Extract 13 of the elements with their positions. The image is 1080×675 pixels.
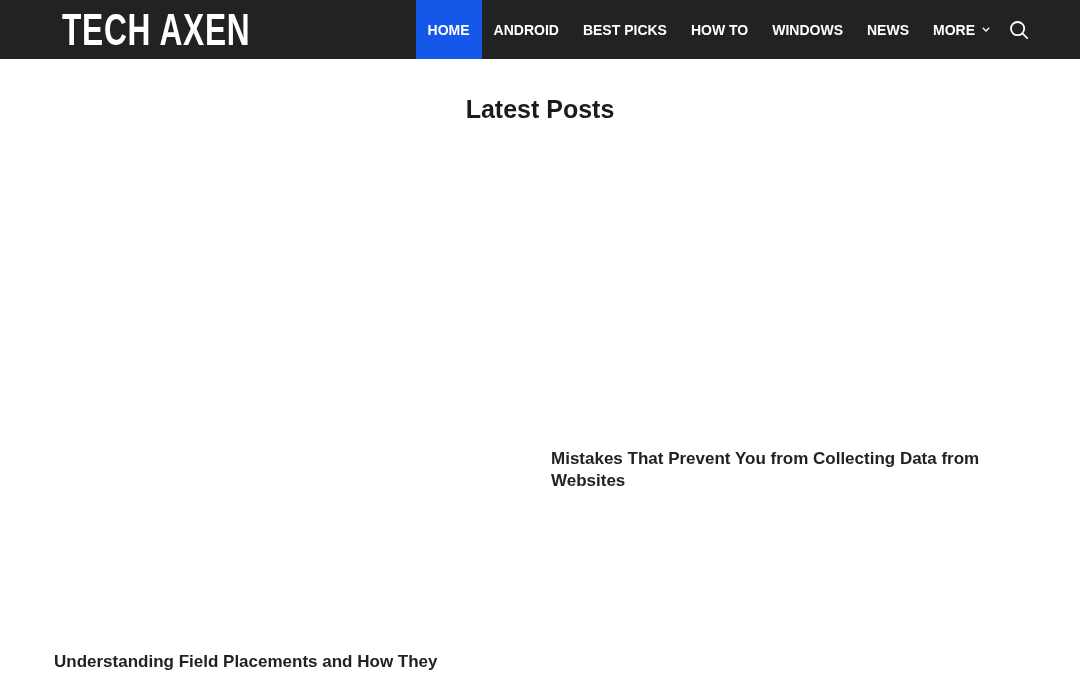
post-title[interactable]: Mistakes That Prevent You from Collecting Data from Websites xyxy=(551,448,1026,492)
nav-link[interactable]: ANDROID xyxy=(481,0,571,59)
site-logo[interactable]: TECH AXEN xyxy=(62,7,251,52)
post-title[interactable]: Understanding Field Placements and How They xyxy=(54,651,529,673)
nav-link[interactable]: WINDOWS xyxy=(760,0,855,59)
nav-link[interactable]: NEWS xyxy=(855,0,921,59)
chevron-down-icon xyxy=(982,27,990,32)
section-heading: Latest Posts xyxy=(464,94,616,124)
search-icon[interactable] xyxy=(1010,20,1028,39)
nav-link[interactable]: HOME xyxy=(415,0,482,59)
nav-link[interactable]: HOW TO xyxy=(678,0,761,59)
nav-link[interactable]: MORE xyxy=(921,0,1002,59)
nav-link[interactable]: BEST PICKS xyxy=(570,0,679,59)
